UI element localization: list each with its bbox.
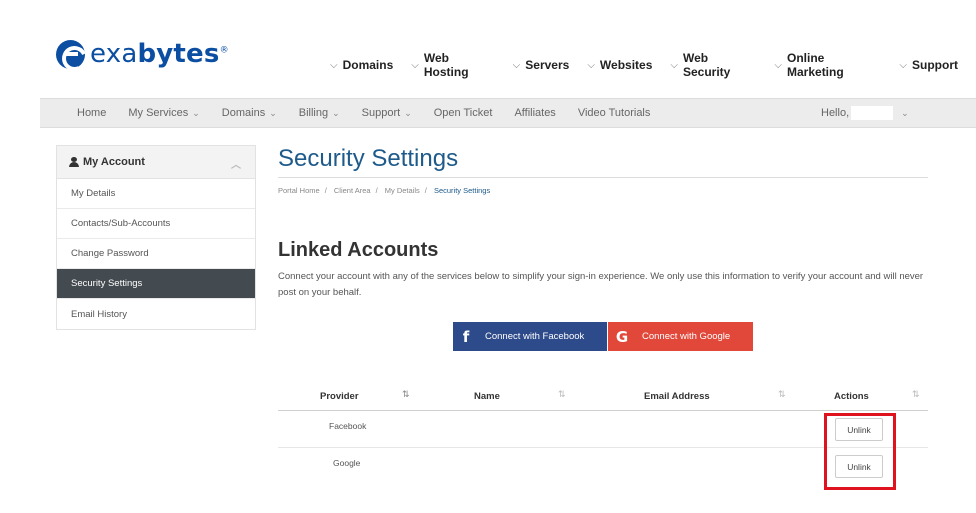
main-nav-online-marketing[interactable]: ⌵ Online Marketing xyxy=(774,51,881,79)
subnav-my-services[interactable]: My Services ⌄ xyxy=(128,107,199,119)
breadcrumb: Portal Home / Client Area / My Details / Se… xyxy=(278,186,491,195)
logo-text: exabytes® xyxy=(90,39,229,69)
subnav-open-ticket[interactable]: Open Ticket xyxy=(434,107,493,119)
section-title: Linked Accounts xyxy=(278,239,439,261)
chevron-down-icon: ⌵ xyxy=(774,59,782,71)
breadcrumb-current: Security Settings xyxy=(433,186,491,195)
subnav-support[interactable]: Support ⌄ xyxy=(362,107,412,119)
sort-icon[interactable]: ⇅ xyxy=(558,389,566,400)
column-header-actions[interactable]: Actions xyxy=(834,391,869,402)
chevron-down-icon: ⌵ xyxy=(512,59,521,71)
main-nav: ⌵ Domains ⌵ Web Hosting ⌵ Servers ⌵ Websites… xyxy=(330,51,976,79)
sidebar-item-email-history[interactable]: Email History xyxy=(57,299,255,329)
connect-google-button[interactable]: G Connect with Google xyxy=(608,322,753,351)
chevron-down-icon: ⌵ xyxy=(899,59,907,71)
user-menu[interactable]: Hello, ⌄ xyxy=(821,99,909,127)
main-nav-web-security[interactable]: ⌵ Web Security xyxy=(670,51,756,79)
column-header-provider[interactable]: Provider xyxy=(320,391,359,402)
sort-icon[interactable]: ⇅ xyxy=(402,389,410,400)
section-description: Connect your account with any of the ser… xyxy=(278,271,924,298)
breadcrumb-client-area[interactable]: Client Area xyxy=(334,186,371,195)
chevron-down-icon: ⌵ xyxy=(587,59,595,71)
sort-icon[interactable]: ⇅ xyxy=(912,389,920,400)
provider-cell: Facebook xyxy=(329,421,367,431)
main-nav-domains[interactable]: ⌵ Domains xyxy=(330,51,393,79)
highlight-annotation-box xyxy=(824,413,896,490)
redacted-username xyxy=(851,106,894,120)
main-nav-servers[interactable]: ⌵ Servers xyxy=(513,51,570,79)
subnav-billing[interactable]: Billing ⌄ xyxy=(299,107,340,119)
column-header-email[interactable]: Email Address xyxy=(644,391,710,402)
subnav-domains[interactable]: Domains ⌄ xyxy=(222,107,277,119)
account-sidebar: My Account ︿ My Details Contacts/Sub-Acc… xyxy=(56,145,256,330)
provider-cell: Google xyxy=(333,458,361,468)
main-content: Security Settings Portal Home / Client Ar… xyxy=(278,145,928,351)
subnav-affiliates[interactable]: Affiliates xyxy=(514,107,555,119)
connect-facebook-button[interactable]: f Connect with Facebook xyxy=(453,322,607,351)
table-header: Provider ⇅ Name ⇅ Email Address ⇅ Action… xyxy=(278,385,928,411)
chevron-down-icon: ⌄ xyxy=(332,107,340,118)
column-header-name[interactable]: Name xyxy=(474,391,500,402)
subnav-home[interactable]: Home xyxy=(77,107,106,119)
sidebar-item-contacts[interactable]: Contacts/Sub-Accounts xyxy=(57,209,255,239)
chevron-up-icon[interactable]: ︿ xyxy=(231,156,241,171)
chevron-down-icon: ⌵ xyxy=(411,59,419,71)
subnav-video-tutorials[interactable]: Video Tutorials xyxy=(578,107,651,119)
page-title: Security Settings xyxy=(278,145,928,178)
sidebar-item-my-details[interactable]: My Details xyxy=(57,179,255,209)
chevron-down-icon: ⌄ xyxy=(269,107,277,118)
facebook-icon: f xyxy=(462,327,470,346)
sidebar-header[interactable]: My Account ︿ xyxy=(57,146,255,179)
chevron-down-icon: ⌵ xyxy=(670,59,678,71)
connect-buttons: f Connect with Facebook G Connect with G… xyxy=(453,322,753,351)
chevron-down-icon: ⌵ xyxy=(330,59,338,71)
main-nav-websites[interactable]: ⌵ Websites xyxy=(587,51,652,79)
sidebar-item-security-settings[interactable]: Security Settings xyxy=(57,269,255,299)
sidebar-item-change-password[interactable]: Change Password xyxy=(57,239,255,269)
google-icon: G xyxy=(615,327,629,346)
breadcrumb-portal-home[interactable]: Portal Home xyxy=(278,186,320,195)
sort-icon[interactable]: ⇅ xyxy=(778,389,786,400)
chevron-down-icon: ⌄ xyxy=(901,107,909,118)
chevron-down-icon: ⌄ xyxy=(192,107,200,118)
breadcrumb-my-details[interactable]: My Details xyxy=(385,186,420,195)
chevron-down-icon: ⌄ xyxy=(404,107,412,118)
main-nav-web-hosting[interactable]: ⌵ Web Hosting xyxy=(411,51,494,79)
top-header: exabytes® ⌵ Domains ⌵ Web Hosting ⌵ Servers… xyxy=(0,0,976,98)
exabytes-logo[interactable]: exabytes® xyxy=(56,39,229,69)
logo-mark-icon xyxy=(56,39,85,69)
main-nav-support[interactable]: ⌵ Support xyxy=(899,51,958,79)
user-icon xyxy=(69,157,79,167)
secondary-nav: Home My Services ⌄ Domains ⌄ Billing ⌄ Supp… xyxy=(40,98,976,128)
